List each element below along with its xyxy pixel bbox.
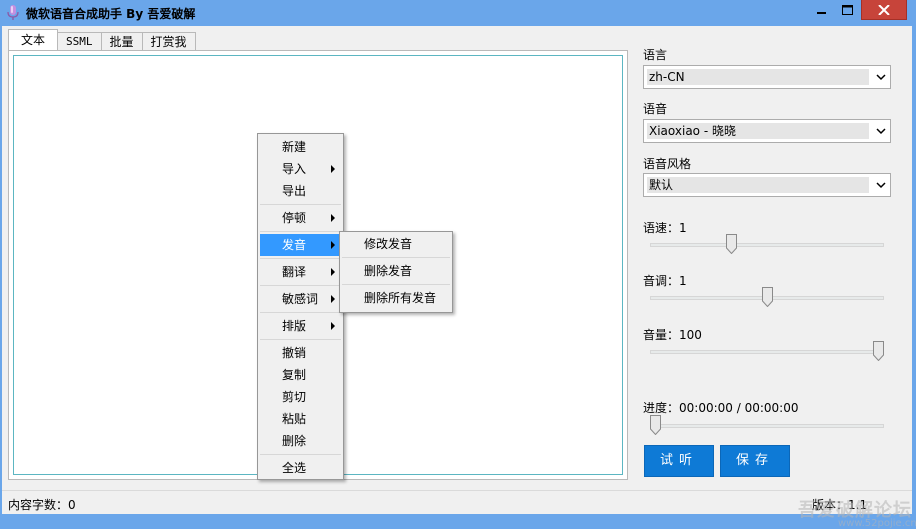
chevron-down-icon <box>876 74 886 81</box>
progress-label: 进度： <box>643 401 680 415</box>
menu-separator <box>260 312 341 313</box>
tab-batch[interactable]: 批量 <box>100 32 143 51</box>
style-select[interactable]: 默认 <box>643 173 891 197</box>
menu-item-delete[interactable]: 删除 <box>260 430 341 452</box>
submenu-arrow-icon <box>331 322 335 330</box>
rate-value: 1 <box>679 221 687 235</box>
rate-slider[interactable] <box>650 234 884 256</box>
menu-item-select-all[interactable]: 全选 <box>260 457 341 479</box>
maximize-icon <box>842 5 853 15</box>
menu-separator <box>260 231 341 232</box>
menu-item-delete-pronunciation[interactable]: 删除发音 <box>342 260 450 282</box>
menu-item-layout[interactable]: 排版 <box>260 315 341 337</box>
slider-track <box>650 424 884 428</box>
style-value: 默认 <box>647 177 869 193</box>
microphone-icon <box>7 5 19 20</box>
status-bar: 内容字数：0 版本：1.1 <box>2 490 912 514</box>
pitch-slider[interactable] <box>650 287 884 309</box>
submenu-arrow-icon <box>331 295 335 303</box>
menu-item-cut[interactable]: 剪切 <box>260 386 341 408</box>
pronunciation-submenu: 修改发音 删除发音 删除所有发音 <box>339 231 453 313</box>
menu-item-import[interactable]: 导入 <box>260 158 341 180</box>
char-count: 内容字数：0 <box>8 498 76 512</box>
menu-separator <box>260 339 341 340</box>
menu-item-label: 发音 <box>282 238 307 252</box>
menu-item-undo[interactable]: 撤销 <box>260 342 341 364</box>
style-label: 语音风格 <box>643 157 692 171</box>
close-button[interactable] <box>861 0 907 20</box>
menu-item-pronunciation[interactable]: 发音 <box>260 234 341 256</box>
slider-thumb[interactable] <box>726 234 737 254</box>
language-value: zh-CN <box>647 69 869 85</box>
minimize-button[interactable] <box>809 0 835 20</box>
tab-ssml[interactable]: SSML <box>57 32 102 51</box>
pitch-label: 音调： <box>643 274 680 288</box>
rate-label: 语速： <box>643 221 680 235</box>
progress-slider[interactable] <box>650 415 884 437</box>
menu-separator <box>260 454 341 455</box>
menu-item-edit-pronunciation[interactable]: 修改发音 <box>342 233 450 255</box>
menu-item-label: 导入 <box>282 162 307 176</box>
language-select[interactable]: zh-CN <box>643 65 891 89</box>
slider-track <box>650 350 884 354</box>
maximize-button[interactable] <box>835 0 861 20</box>
title-bar[interactable]: 微软语音合成助手 By 吾爱破解 <box>0 0 916 26</box>
chevron-down-icon <box>876 128 886 135</box>
progress-label-row: 进度：00:00:00 / 00:00:00 <box>643 399 798 416</box>
app-window: 微软语音合成助手 By 吾爱破解 文本 SSML 批量 打赏我 语言 zh-CN… <box>0 0 916 529</box>
tab-text[interactable]: 文本 <box>8 29 59 51</box>
pitch-value: 1 <box>679 274 687 288</box>
volume-label: 音量： <box>643 328 680 342</box>
submenu-arrow-icon <box>331 165 335 173</box>
menu-separator <box>260 204 341 205</box>
menu-item-label: 翻译 <box>282 265 307 279</box>
volume-slider[interactable] <box>650 341 884 363</box>
menu-separator <box>260 258 341 259</box>
submenu-arrow-icon <box>331 268 335 276</box>
client-area: 文本 SSML 批量 打赏我 语言 zh-CN 语音 Xiaoxiao - 晓晓… <box>2 26 916 529</box>
tab-donate[interactable]: 打赏我 <box>141 32 196 51</box>
voice-select[interactable]: Xiaoxiao - 晓晓 <box>643 119 891 143</box>
menu-item-export[interactable]: 导出 <box>260 180 341 202</box>
minimize-icon <box>817 12 826 14</box>
menu-item-copy[interactable]: 复制 <box>260 364 341 386</box>
menu-item-delete-all-pronunciations[interactable]: 删除所有发音 <box>342 287 450 309</box>
menu-item-pause[interactable]: 停顿 <box>260 207 341 229</box>
watermark-url: www.52pojie.cn <box>838 518 916 529</box>
close-icon <box>878 4 890 15</box>
menu-item-label: 敏感词 <box>282 292 319 306</box>
menu-item-translate[interactable]: 翻译 <box>260 261 341 283</box>
listen-button[interactable]: 试听 <box>644 445 714 477</box>
language-label: 语言 <box>643 48 668 62</box>
context-menu: 新建 导入 导出 停顿 发音 翻译 敏感词 排版 撤销 复制 剪切 粘贴 删除 … <box>257 133 344 480</box>
progress-value: 00:00:00 / 00:00:00 <box>679 401 799 415</box>
menu-separator <box>260 285 341 286</box>
slider-thumb[interactable] <box>762 287 773 307</box>
slider-track <box>650 243 884 247</box>
voice-value: Xiaoxiao - 晓晓 <box>647 123 869 139</box>
submenu-arrow-icon <box>331 241 335 249</box>
volume-value: 100 <box>679 328 702 342</box>
menu-item-new[interactable]: 新建 <box>260 136 341 158</box>
menu-item-label: 停顿 <box>282 211 307 225</box>
chevron-down-icon <box>876 182 886 189</box>
menu-item-label: 排版 <box>282 319 307 333</box>
menu-separator <box>342 257 450 258</box>
tab-bar: 文本 SSML 批量 打赏我 <box>8 29 196 51</box>
submenu-arrow-icon <box>331 214 335 222</box>
save-button[interactable]: 保存 <box>720 445 790 477</box>
slider-thumb[interactable] <box>650 415 661 435</box>
voice-label: 语音 <box>643 102 668 116</box>
menu-item-paste[interactable]: 粘贴 <box>260 408 341 430</box>
menu-item-sensitive-words[interactable]: 敏感词 <box>260 288 341 310</box>
slider-thumb[interactable] <box>873 341 884 361</box>
menu-separator <box>342 284 450 285</box>
window-title: 微软语音合成助手 By 吾爱破解 <box>26 7 196 21</box>
